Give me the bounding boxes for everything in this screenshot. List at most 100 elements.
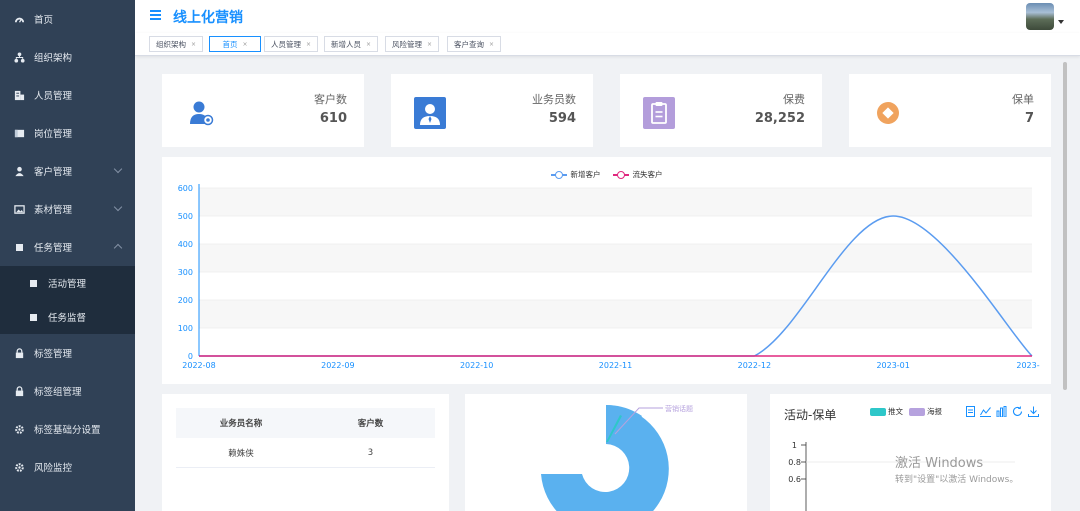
sidebar-item-label: 活动管理 <box>48 279 87 290</box>
page-title: 线上化营销 <box>173 10 243 26</box>
grid-band <box>199 216 1032 244</box>
pie-chart: 营销话题 <box>541 404 693 511</box>
agent-icon <box>413 96 447 130</box>
close-icon[interactable]: × <box>366 41 371 48</box>
pie-slice-main[interactable] <box>541 405 669 511</box>
stat-card-policies[interactable]: 保单 7 <box>849 74 1051 147</box>
lock-icon <box>13 385 25 397</box>
tag-new-person[interactable]: 新增人员 × <box>324 36 379 52</box>
user-icon <box>13 165 25 177</box>
y-tick-label: 0 <box>188 352 193 361</box>
close-icon[interactable]: × <box>427 41 432 48</box>
navbar: 线上化营销 <box>135 0 1080 33</box>
dashboard-icon <box>13 13 25 25</box>
y-tick-label: 600 <box>178 184 193 193</box>
x-tick-label: 2022-08 <box>182 361 215 370</box>
square-icon <box>27 311 39 323</box>
tag-label: 新增人员 <box>331 39 361 49</box>
sidebar-item-label: 组织架构 <box>34 53 73 64</box>
sidebar-item-label: 风险监控 <box>34 463 73 474</box>
x-tick-label: 2022-10 <box>460 361 493 370</box>
chevron-down-icon <box>113 202 123 212</box>
stat-label: 保单 <box>1012 93 1034 106</box>
y-tick-label: 0.8 <box>788 458 801 467</box>
agent-table: 业务员名称 客户数 赖姝侠 3 <box>176 408 435 468</box>
scrollbar[interactable] <box>1063 62 1067 390</box>
clipboard-icon <box>642 96 676 130</box>
table-cell: 3 <box>367 447 374 458</box>
stat-card-premium[interactable]: 保费 28,252 <box>620 74 822 147</box>
pie-chart-card: 营销话题 <box>465 394 747 511</box>
close-icon[interactable]: × <box>489 41 494 48</box>
close-icon[interactable]: × <box>242 41 247 48</box>
grid-band <box>199 272 1032 300</box>
table-row[interactable]: 赖姝侠 3 <box>176 438 435 468</box>
table-cell: 赖姝侠 <box>228 448 254 459</box>
customer-icon <box>184 96 218 130</box>
task-icon <box>13 241 25 253</box>
sidebar-item-activity[interactable]: 活动管理 <box>0 266 135 300</box>
chevron-down-icon <box>113 164 123 174</box>
sidebar-item-customer[interactable]: 客户管理 <box>0 152 135 190</box>
sidebar-item-label: 任务监督 <box>48 313 87 324</box>
sidebar: 首页 组织架构 人员管理 岗位管理 客户管理 素材管理 任务管理 活动管理 任务… <box>0 0 135 511</box>
sidebar-item-tag[interactable]: 标签管理 <box>0 334 135 372</box>
sidebar-item-label: 标签管理 <box>34 349 73 360</box>
x-tick-label: 2023- <box>1016 361 1039 370</box>
sidebar-item-people[interactable]: 人员管理 <box>0 76 135 114</box>
image-icon <box>13 203 25 215</box>
sidebar-item-label: 客户管理 <box>34 167 73 178</box>
sidebar-item-org[interactable]: 组织架构 <box>0 38 135 76</box>
y-tick-label: 500 <box>178 212 193 221</box>
stat-value: 610 <box>319 111 347 126</box>
sidebar-item-label: 任务管理 <box>34 243 73 254</box>
stat-label: 客户数 <box>314 93 347 106</box>
hamburger-icon[interactable] <box>150 10 161 20</box>
post-icon <box>13 127 25 139</box>
sidebar-item-label: 标签基础分设置 <box>34 425 101 436</box>
y-tick-label: 400 <box>178 240 193 249</box>
sidebar-item-label: 人员管理 <box>34 91 73 102</box>
line-chart-card: 新增客户 流失客户 0 100 200 300 400 500 600 2022-08 2022… <box>162 157 1051 384</box>
pie-label: 营销话题 <box>665 404 693 413</box>
tag-org[interactable]: 组织架构 × <box>149 36 204 52</box>
sidebar-item-material[interactable]: 素材管理 <box>0 190 135 228</box>
tag-people[interactable]: 人员管理 × <box>264 36 319 52</box>
tag-customer-query[interactable]: 客户查询 × <box>447 36 502 52</box>
grid-band <box>199 188 1032 216</box>
sidebar-item-task[interactable]: 任务管理 <box>0 228 135 266</box>
close-icon[interactable]: × <box>306 41 311 48</box>
sidebar-item-tag-group[interactable]: 标签组管理 <box>0 372 135 410</box>
agent-table-card: 业务员名称 客户数 赖姝侠 3 <box>162 394 449 511</box>
submenu-task: 活动管理 任务监督 <box>0 266 135 334</box>
tree-icon <box>13 51 25 63</box>
grid-band <box>199 300 1032 328</box>
stat-card-agents[interactable]: 业务员数 594 <box>391 74 593 147</box>
stat-card-customers[interactable]: 客户数 610 <box>162 74 364 147</box>
sidebar-item-label: 岗位管理 <box>34 129 73 140</box>
tag-label: 组织架构 <box>156 39 186 49</box>
gear-icon <box>13 461 25 473</box>
y-tick-label: 300 <box>178 268 193 277</box>
close-icon[interactable]: × <box>191 41 196 48</box>
stat-value: 594 <box>548 111 576 126</box>
sidebar-item-tag-score[interactable]: 标签基础分设置 <box>0 410 135 448</box>
y-tick-label: 1 <box>792 441 797 450</box>
sidebar-item-home[interactable]: 首页 <box>0 0 135 38</box>
y-tick-label: 200 <box>178 296 193 305</box>
avatar[interactable] <box>1026 3 1054 30</box>
caret-down-icon[interactable] <box>1058 20 1064 24</box>
y-tick-label: 100 <box>178 324 193 333</box>
tag-home[interactable]: 首页 × <box>209 36 261 52</box>
sidebar-item-post[interactable]: 岗位管理 <box>0 114 135 152</box>
tag-risk[interactable]: 风险管理 × <box>385 36 440 52</box>
activity-chart: 1 0.8 0.6 <box>788 441 1015 511</box>
stat-label: 保费 <box>783 93 805 106</box>
x-tick-label: 2022-09 <box>321 361 354 370</box>
sidebar-item-label: 素材管理 <box>34 205 73 216</box>
stat-value: 28,252 <box>754 111 805 126</box>
sidebar-item-risk[interactable]: 风险监控 <box>0 448 135 486</box>
sidebar-item-label: 首页 <box>34 15 54 26</box>
sidebar-item-supervise[interactable]: 任务监督 <box>0 300 135 334</box>
people-icon <box>13 89 25 101</box>
